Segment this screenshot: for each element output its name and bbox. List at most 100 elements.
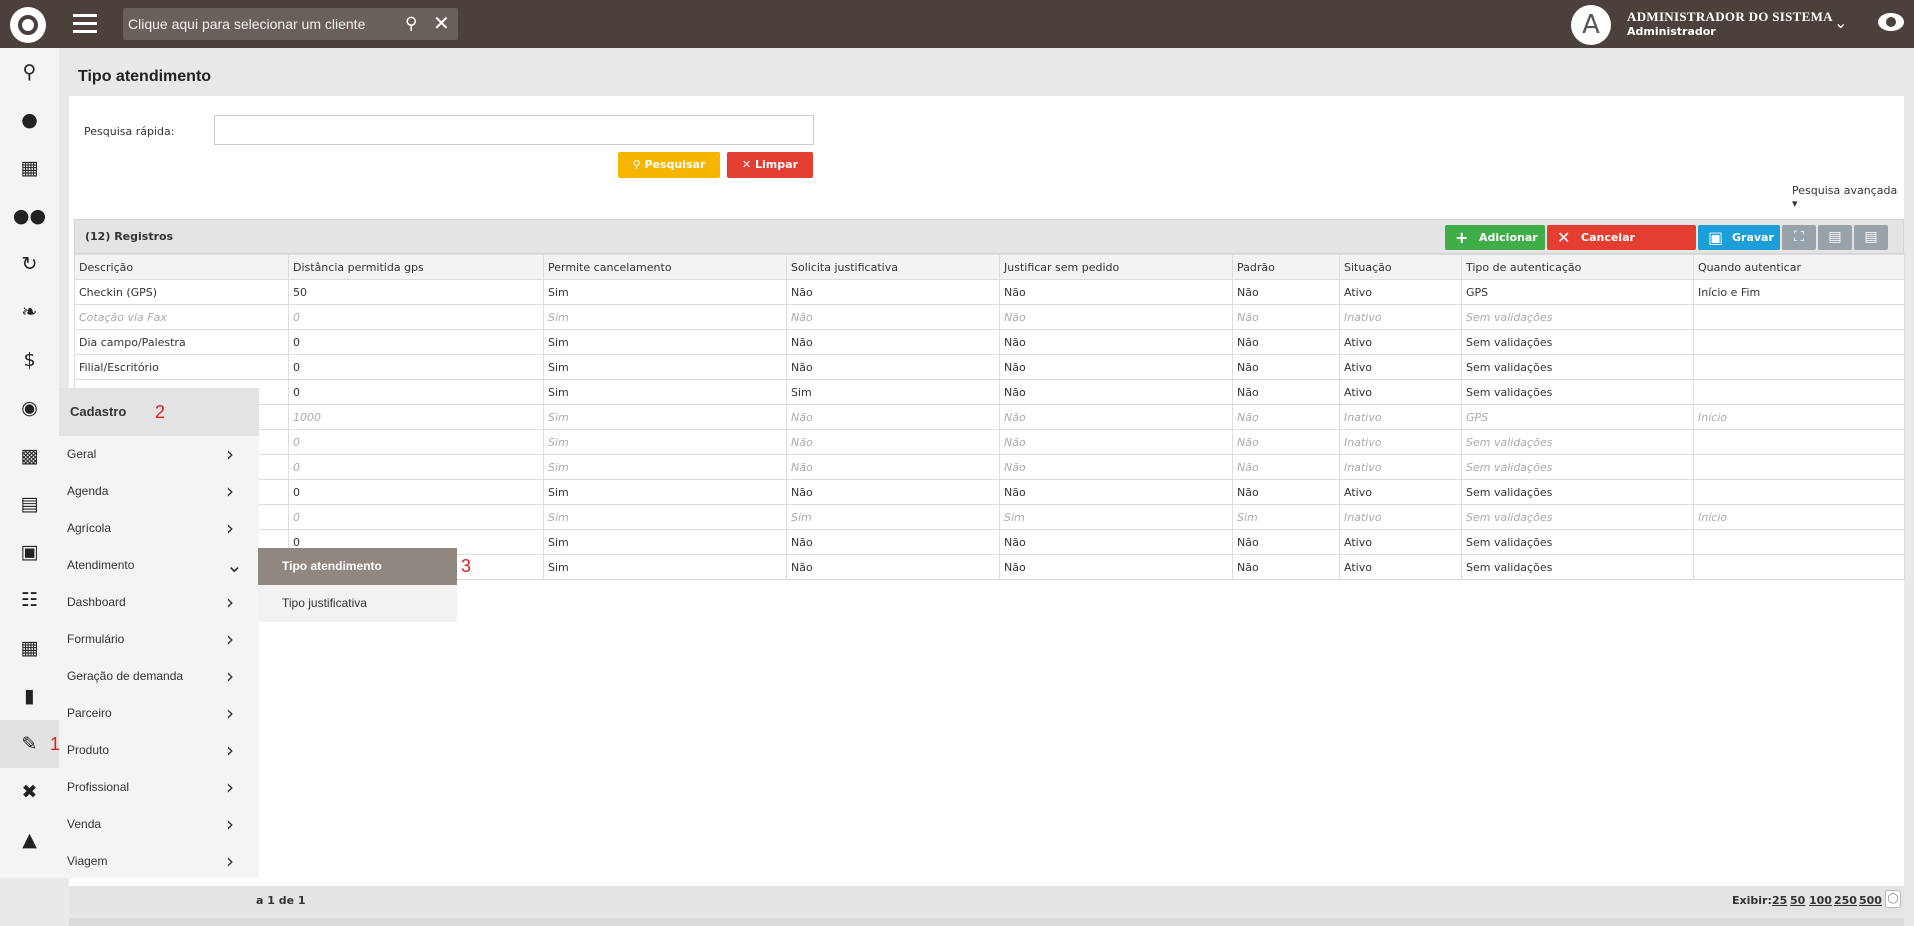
table-cell[interactable]: Inativo [1339,454,1462,480]
table-cell[interactable]: Sim [543,554,787,580]
table-cell[interactable]: Não [999,479,1233,505]
table-cell[interactable]: Não [1232,329,1340,355]
app-logo[interactable] [10,7,46,43]
table-row[interactable]: 1000 Sim Não Não Não Inativo GPS Início [74,404,1905,430]
add-button[interactable]: + Adicionar [1445,225,1545,250]
wrench-icon[interactable]: ✖ [0,768,59,816]
table-cell[interactable]: GPS [1461,279,1694,305]
lightbulb-icon[interactable]: ◯ [1885,890,1901,908]
table-cell[interactable]: Não [1232,354,1340,380]
dollar-icon[interactable]: $ [0,336,59,384]
menu-item-produto[interactable]: Produto › [59,732,259,769]
table-cell[interactable]: Filial/Escritório [74,354,289,380]
column-header[interactable]: Quando autenticar [1693,254,1905,280]
table-row[interactable]: 0 Sim Sim Sim Sim Inativo Sem validações Início [74,504,1905,530]
table-cell[interactable]: Sim [1232,504,1340,530]
table-cell[interactable]: 0 [288,479,544,505]
table-cell[interactable]: Não [1232,479,1340,505]
table-cell[interactable]: Ativo [1339,379,1462,405]
table-cell[interactable]: Não [786,279,1000,305]
table-cell[interactable]: Não [1232,529,1340,555]
quick-search-input[interactable] [214,115,814,145]
table-cell[interactable]: Não [786,354,1000,380]
user-name[interactable]: ADMINISTRADOR DO SISTEMA [1627,9,1833,25]
menu-item-profissional[interactable]: Profissional › [59,769,259,806]
table-cell[interactable]: Sim [543,379,787,405]
cancel-changes-button[interactable]: ✕Cancelar alteração [1547,225,1696,269]
column-header[interactable]: Descrição [74,254,289,280]
image-icon[interactable]: ▣ [0,528,59,576]
table-cell[interactable]: Não [1232,304,1340,330]
table-cell[interactable]: Dia campo/Palestra [74,329,289,355]
table-cell[interactable]: Sim [543,429,787,455]
table-cell[interactable]: Não [786,404,1000,430]
table-cell[interactable]: Sim [786,504,1000,530]
table-cell[interactable]: Não [999,379,1233,405]
table-cell[interactable]: Ativo [1339,479,1462,505]
column-header[interactable]: Distância permitida gps [288,254,544,280]
table-cell[interactable]: Sim [543,454,787,480]
table-cell[interactable]: Inativo [1339,504,1462,530]
table-cell[interactable]: Não [999,329,1233,355]
table-cell[interactable] [1693,554,1905,580]
table-cell[interactable]: Sim [786,379,1000,405]
table-cell[interactable]: Sim [543,479,787,505]
table-cell[interactable]: 0 [288,354,544,380]
page-size-250[interactable]: 250 [1834,894,1857,907]
chat-icon[interactable]: ▤ [0,480,59,528]
menu-item-viagem[interactable]: Viagem › [59,843,259,880]
table-cell[interactable]: Não [786,554,1000,580]
menu-item-geracao-de-demanda[interactable]: Geração de demanda › [59,658,259,695]
table-cell[interactable]: Não [786,304,1000,330]
table-cell[interactable]: Não [786,529,1000,555]
table-cell[interactable]: Ativo [1339,529,1462,555]
page-size-100[interactable]: 100 [1809,894,1832,907]
table-row[interactable]: 0 Sim Não Não Não Inativo Sem validações [74,454,1905,480]
search-icon[interactable]: ⚲ [0,48,59,96]
clear-button[interactable]: ✕ Limpar [727,152,813,178]
table-cell[interactable]: 0 [288,304,544,330]
table-cell[interactable]: Não [999,429,1233,455]
table-cell[interactable]: GPS [1461,404,1694,430]
close-icon[interactable]: ✕ [433,11,450,35]
table-row[interactable]: Checkin (GPS) 50 Sim Não Não Não Ativo GPS Iníci… [74,279,1905,305]
advanced-search-link[interactable]: Pesquisa avançada ▾ [1792,184,1904,210]
table-cell[interactable]: Sim [543,529,787,555]
table-cell[interactable]: Não [786,429,1000,455]
table-cell[interactable] [1693,379,1905,405]
table-cell[interactable]: Sem validações [1461,479,1694,505]
table-cell[interactable]: Inativo [1339,304,1462,330]
table-cell[interactable]: Início [1693,404,1905,430]
table-cell[interactable]: Não [1232,379,1340,405]
table-cell[interactable]: Inativo [1339,404,1462,430]
table-cell[interactable]: Sim [543,279,787,305]
page-size-50[interactable]: 50 [1790,894,1805,907]
table-cell[interactable]: 0 [288,329,544,355]
table-cell[interactable]: 0 [288,454,544,480]
table-cell[interactable]: 0 [288,504,544,530]
menu-item-parceiro[interactable]: Parceiro › [59,695,259,732]
table-cell[interactable]: Sim [543,304,787,330]
table-row[interactable]: 0 Sim Não Não Não Ativo Sem validações [74,479,1905,505]
column-header[interactable]: Padrão [1232,254,1340,280]
table-cell[interactable]: Inativo [1339,429,1462,455]
table-cell[interactable] [1693,479,1905,505]
table-cell[interactable]: 50 [288,279,544,305]
table-cell[interactable]: Sem validações [1461,554,1694,580]
table-cell[interactable]: Sem validações [1461,529,1694,555]
table-cell[interactable]: Não [786,329,1000,355]
table-cell[interactable] [1693,304,1905,330]
table-cell[interactable]: Não [999,554,1233,580]
table-cell[interactable]: Não [999,529,1233,555]
table-cell[interactable]: Sem validações [1461,354,1694,380]
table-cell[interactable]: Sem validações [1461,304,1694,330]
table-cell[interactable] [1693,454,1905,480]
table-cell[interactable]: Cotação via Fax [74,304,289,330]
menu-item-atendimento[interactable]: Atendimento ⌄ [59,547,259,584]
table-row[interactable]: Fora propriedade0SimSimNãoNãoAtivoSem va… [74,379,1905,405]
table-cell[interactable]: Sem validações [1461,329,1694,355]
table-cell[interactable]: Sim [543,504,787,530]
menu-item-dashboard[interactable]: Dashboard › [59,584,259,621]
table-cell[interactable]: Sim [999,504,1233,530]
table-cell[interactable]: Não [999,404,1233,430]
